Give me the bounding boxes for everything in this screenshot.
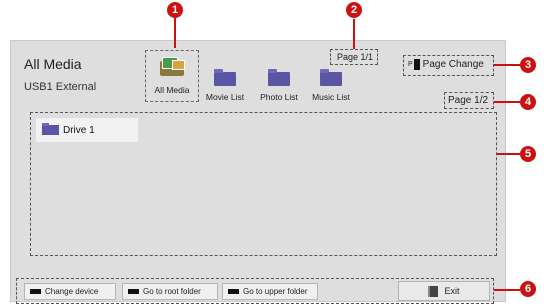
- all-media-icon: [158, 57, 186, 77]
- callout-marker-6: 6: [520, 281, 536, 297]
- folder-icon: [320, 69, 342, 86]
- button-label: Go to root folder: [143, 287, 201, 296]
- door-icon: [428, 285, 439, 297]
- tab-label: Music List: [312, 92, 350, 102]
- callout-marker-1: 1: [167, 2, 183, 18]
- callout-line: [494, 64, 520, 66]
- tab-photo-list[interactable]: Photo List: [257, 69, 301, 102]
- exit-label: Exit: [444, 286, 460, 296]
- key-icon: [128, 289, 139, 294]
- callout-marker-5: 5: [520, 146, 536, 162]
- root-folder-button[interactable]: Go to root folder: [122, 283, 218, 300]
- exit-button[interactable]: Exit: [398, 281, 490, 301]
- tab-label: Movie List: [205, 92, 245, 102]
- callout-marker-4: 4: [520, 94, 536, 110]
- drive-item[interactable]: Drive 1: [36, 118, 138, 142]
- callout-line: [353, 19, 355, 49]
- tab-label: Photo List: [260, 92, 298, 102]
- upper-folder-button[interactable]: Go to upper folder: [222, 283, 318, 300]
- page-title: All Media: [24, 56, 82, 72]
- callout-line: [494, 101, 520, 103]
- tab-label: All Media: [154, 85, 190, 95]
- callout-line: [494, 289, 520, 291]
- page-change-label: Page Change: [422, 59, 484, 70]
- drive-label: Drive 1: [63, 124, 95, 136]
- key-icon: [228, 289, 239, 294]
- category-page-indicator: Page 1/1: [337, 52, 374, 62]
- device-name: USB1 External: [24, 81, 97, 93]
- callout-marker-3: 3: [520, 57, 536, 73]
- callout-line: [174, 18, 176, 48]
- tab-movie-list[interactable]: Movie List: [203, 69, 247, 102]
- callout-line: [497, 153, 520, 155]
- folder-icon: [214, 69, 236, 86]
- list-page-indicator: Page 1/2: [448, 95, 489, 106]
- callout-marker-2: 2: [346, 2, 362, 18]
- key-icon: [30, 289, 41, 294]
- p-key-icon-box: [413, 59, 420, 70]
- change-device-button[interactable]: Change device: [24, 283, 116, 300]
- page-change-button[interactable]: P Page Change: [408, 59, 484, 70]
- button-label: Change device: [45, 287, 99, 296]
- tab-all-media[interactable]: All Media: [145, 50, 199, 102]
- p-key-icon: P: [408, 61, 413, 68]
- folder-icon: [268, 69, 290, 86]
- tab-music-list[interactable]: Music List: [309, 69, 353, 102]
- button-label: Go to upper folder: [243, 287, 308, 296]
- folder-icon: [42, 123, 59, 135]
